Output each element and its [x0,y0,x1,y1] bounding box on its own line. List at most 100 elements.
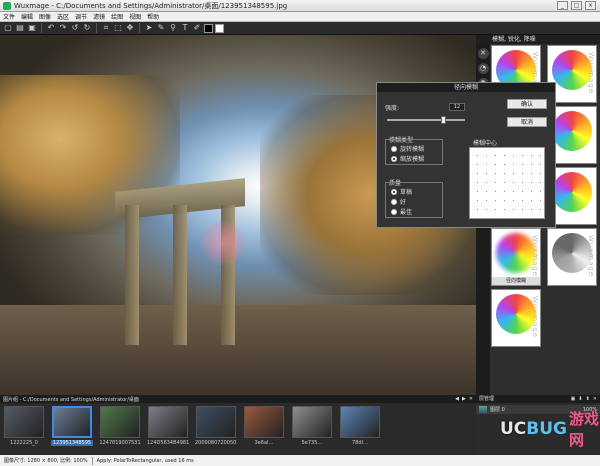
select-icon[interactable]: ⬚ [113,23,123,33]
site-watermark-logo: UC BUG 游戏网 [500,410,600,449]
thumbnail-item[interactable]: 124D5634B4981 [147,406,189,452]
window-title: Wuxmage - C:/Documents and Settings/Admi… [14,1,288,10]
thumbnail-name: 124D5634B4981 [147,440,189,446]
thumbnail-name: 78dl… [352,440,368,446]
strength-value-field[interactable]: 12 [449,103,465,111]
filter-preview [552,233,592,273]
menu-edit[interactable]: 编辑 [18,12,36,21]
pointer-icon[interactable]: ➤ [144,23,154,33]
blur-center-grid[interactable] [469,147,545,219]
foreground-color-swatch[interactable] [204,23,213,33]
gate-pillar [125,205,139,345]
thumbnail-item-selected[interactable]: 123951348595 [51,406,93,452]
zoom-icon[interactable]: ⚲ [168,23,178,33]
filter-tile[interactable]: Wuxmage [547,228,597,286]
thumbnail-name: 5e735… [301,440,323,446]
menu-filter[interactable]: 滤镜 [90,12,108,21]
eyedropper-icon[interactable]: ✎ [156,23,166,33]
close-button[interactable]: × [585,1,596,10]
thumbnail-name: 1222225_0 [10,440,38,446]
quality-best-option[interactable]: 最佳 [391,207,412,216]
thumbnail-image [52,406,92,438]
menu-draw[interactable]: 绘图 [108,12,126,21]
option-label: 草稿 [400,189,413,196]
option-label: 缩放模糊 [400,156,425,163]
menu-select[interactable]: 选区 [54,12,72,21]
brush-icon[interactable]: ✐ [192,23,202,33]
image-group-path: 图片组 - C:/Documents and Settings/Administ… [3,396,139,403]
strength-slider[interactable] [387,116,465,124]
thumbnail-item[interactable]: 5e735… [291,406,333,452]
radial-blur-dialog: 径向模糊 强度: 12 确认 取消 模糊类型 旋转模糊 缩放模糊 质量 草稿 好… [376,82,556,228]
title-bar: Wuxmage - C:/Documents and Settings/Admi… [0,0,600,12]
move-down-icon[interactable]: ⬇ [578,395,582,403]
menu-help[interactable]: 帮助 [144,12,162,21]
filter-tile-caption: 径向模糊 [492,277,540,285]
filter-preview [496,233,536,273]
thumbnail-image [4,406,44,438]
delete-layer-icon[interactable]: ✕ [593,395,597,403]
menu-adjust[interactable]: 调节 [72,12,90,21]
blur-type-zoom-option[interactable]: 缩放模糊 [391,154,424,163]
move-up-icon[interactable]: ⬆ [586,395,590,403]
open-icon[interactable]: ▤ [15,23,25,33]
thumbnail-image [148,406,188,438]
text-icon[interactable]: T [180,23,190,33]
layer-manager-title: 层管理 [479,396,495,402]
tile-watermark: Wuxmage [531,235,539,278]
filter-preview [552,50,592,90]
cancel-button[interactable]: 取消 [507,117,547,127]
thumbnail-item[interactable]: 3e6al… [243,406,285,452]
watermark-uc: UC [500,419,527,439]
new-icon[interactable]: ▢ [3,23,13,33]
minimize-button[interactable]: _ [557,1,568,10]
undo-icon[interactable]: ↶ [46,23,56,33]
menu-view[interactable]: 视图 [126,12,144,21]
filter-preview [496,294,536,334]
strength-label: 强度: [385,105,400,112]
dialog-title: 径向模糊 [377,83,555,92]
blur-type-spin-option[interactable]: 旋转模糊 [391,144,424,153]
filter-preview [552,111,592,151]
move-icon[interactable]: ✥ [125,23,135,33]
image-size-status: 图像尺寸: 1280 × 800, 比例: 100% [4,458,88,464]
maximize-button[interactable]: □ [571,1,582,10]
filter-tile[interactable]: Wuxmage [491,289,541,347]
rotate-right-icon[interactable]: ↻ [82,23,92,33]
new-layer-icon[interactable]: ▣ [571,395,576,403]
thumbnail-item[interactable]: 1222225_0 [3,406,45,452]
status-bar: 图像尺寸: 1280 × 800, 比例: 100% Apply: PolarT… [0,455,600,466]
close-icon[interactable]: ✕ [469,396,473,402]
menu-file[interactable]: 文件 [0,12,18,21]
save-icon[interactable]: ▣ [27,23,37,33]
tools-category-icon[interactable]: ✕ [477,48,489,59]
gate-pillar [173,205,187,345]
quality-draft-option[interactable]: 草稿 [391,187,412,196]
thumbnail-name: 123951348595 [51,440,93,446]
thumbnail-image [244,406,284,438]
redo-icon[interactable]: ↷ [58,23,68,33]
background-color-swatch[interactable] [215,23,224,33]
next-icon[interactable]: ▶ [462,396,466,402]
rotate-left-icon[interactable]: ↺ [70,23,80,33]
crop-icon[interactable]: ⌗ [101,23,111,33]
filter-tile-radial-blur[interactable]: Wuxmage 径向模糊 [491,228,541,286]
thumbnail-item[interactable]: 20090807200507 [195,406,237,452]
window-controls: _ □ × [557,1,596,10]
adjust-category-icon[interactable]: ◔ [477,63,489,74]
tile-watermark: Wuxmage [531,296,539,339]
menu-image[interactable]: 图像 [36,12,54,21]
thumbnail-item[interactable]: 1247819007531 [99,406,141,452]
thumbnail-item[interactable]: 78dl… [339,406,381,452]
canvas-image-gate [105,178,255,355]
option-label: 最佳 [400,209,413,216]
film-nav: ◀ ▶ ✕ [455,396,473,402]
strength-slider-knob[interactable] [441,116,447,124]
ok-button[interactable]: 确认 [507,99,547,109]
toolbar: ▢ ▤ ▣ ↶ ↷ ↺ ↻ ⌗ ⬚ ✥ ➤ ✎ ⚲ T ✐ [0,22,600,35]
prev-icon[interactable]: ◀ [455,396,459,402]
quality-good-option[interactable]: 好 [391,197,406,206]
tile-watermark: Wuxmage [587,235,595,278]
watermark-bug: BUG [526,419,567,439]
filter-panel-header: 模糊, 锐化, 降噪 [476,35,600,44]
